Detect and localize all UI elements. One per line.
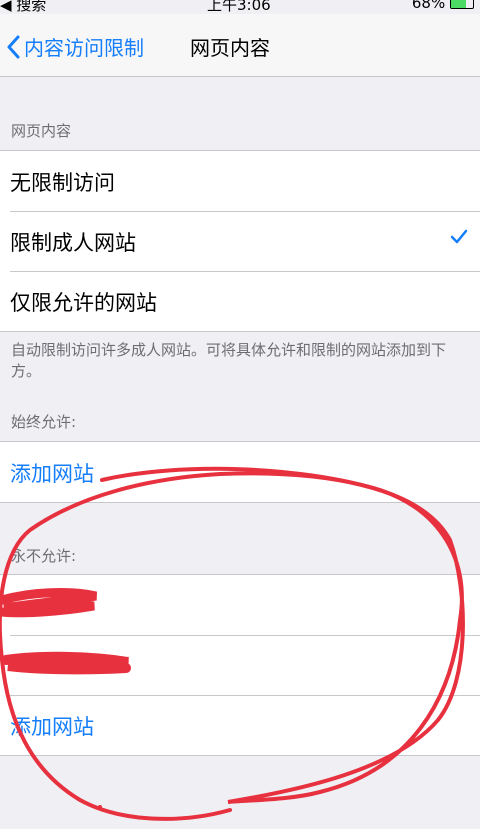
option-label: 限制成人网站 [10,231,136,255]
battery-percent: 68% [411,0,446,12]
web-content-options: 无限制访问 限制成人网站 仅限允许的网站 [0,150,480,332]
status-time: 上午3:06 [207,0,271,14]
never-allow-item-2[interactable] [0,635,480,695]
option-limit-adult[interactable]: 限制成人网站 [0,211,480,271]
pen-dot [98,805,102,809]
checkmark-icon [450,229,468,244]
option-label: 无限制访问 [10,171,115,195]
section-header-always-allow: 始终允许: [11,413,77,431]
status-battery: 68% [412,0,474,12]
never-allow-list: 添加网站 [0,574,480,756]
status-bar: ◀ 搜索 上午3:06 68% [0,0,480,14]
page-title: 网页内容 [190,36,270,60]
always-allow-add-website[interactable]: 添加网站 [0,442,480,502]
navigation-bar: 内容访问限制 网页内容 [0,14,480,77]
never-allow-add-website[interactable]: 添加网站 [0,695,480,755]
section-footer-note: 自动限制访问许多成人网站。可将具体允许和限制的网站添加到下方。 [11,341,447,380]
section-header-never-allow: 永不允许: [11,547,77,565]
option-unrestricted[interactable]: 无限制访问 [0,151,480,211]
battery-icon [450,0,474,9]
option-label: 仅限允许的网站 [10,291,157,315]
option-allowed-only[interactable]: 仅限允许的网站 [0,271,480,331]
never-allow-item-1[interactable] [0,575,480,635]
add-website-label: 添加网站 [10,715,94,739]
section-header-web-content: 网页内容 [11,122,72,140]
always-allow-list: 添加网站 [0,441,480,503]
add-website-label: 添加网站 [10,462,94,486]
status-back-search[interactable]: ◀ 搜索 [0,0,46,15]
